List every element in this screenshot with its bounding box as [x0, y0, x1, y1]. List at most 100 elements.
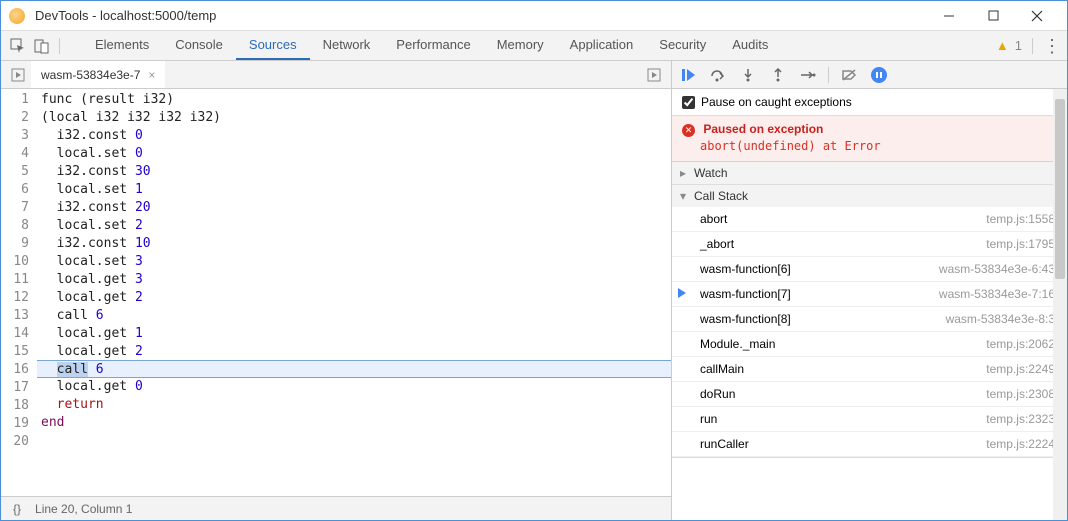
devtools-icon — [9, 8, 25, 24]
more-menu-button[interactable]: ⋮ — [1043, 41, 1061, 51]
play-box-icon — [647, 68, 661, 82]
code-line[interactable]: local.get 0 — [37, 378, 671, 396]
inspect-element-button[interactable] — [7, 35, 29, 57]
code-line[interactable]: local.get 2 — [37, 343, 671, 361]
stack-frame[interactable]: doRun temp.js:2308 — [672, 382, 1067, 407]
run-snippet-button[interactable] — [5, 68, 31, 82]
show-navigator-button[interactable] — [641, 68, 667, 82]
close-tab-button[interactable]: × — [148, 68, 155, 82]
step-button[interactable] — [798, 65, 818, 85]
stack-frame[interactable]: wasm-function[6]wasm-53834e3e-6:43 — [672, 257, 1067, 282]
code-line[interactable] — [37, 432, 671, 450]
stack-frame-location: temp.js:1558 — [986, 212, 1055, 226]
warning-icon[interactable]: ▲ — [996, 38, 1009, 53]
stack-frame[interactable]: runCallertemp.js:2224 — [672, 432, 1067, 457]
code-line[interactable]: local.set 1 — [37, 181, 671, 199]
tab-security[interactable]: Security — [646, 31, 719, 60]
tab-elements[interactable]: Elements — [82, 31, 162, 60]
code-line[interactable]: local.get 2 — [37, 289, 671, 307]
code-line[interactable]: (local i32 i32 i32 i32) — [37, 109, 671, 127]
callstack-section: ▾ Call Stack aborttemp.js:1558_aborttemp… — [672, 185, 1067, 458]
cursor-position: Line 20, Column 1 — [35, 502, 132, 516]
tab-application[interactable]: Application — [557, 31, 647, 60]
device-mode-button[interactable] — [31, 35, 53, 57]
collapsed-icon: ▸ — [680, 166, 690, 180]
code-line[interactable]: i32.const 0 — [37, 127, 671, 145]
stack-frame-location: temp.js:2308 — [986, 387, 1055, 401]
code-line[interactable]: return — [37, 396, 671, 414]
tab-console[interactable]: Console — [162, 31, 236, 60]
step-out-icon — [772, 68, 784, 82]
step-into-button[interactable] — [738, 65, 758, 85]
pause-on-caught-row[interactable]: Pause on caught exceptions — [672, 89, 1067, 116]
maximize-icon — [988, 10, 999, 21]
resume-button[interactable] — [678, 65, 698, 85]
exception-message: ✕ Paused on exception abort(undefined) a… — [672, 116, 1067, 162]
maximize-button[interactable] — [971, 2, 1015, 30]
watch-section: ▸ Watch — [672, 162, 1067, 185]
code-line[interactable]: local.set 0 — [37, 145, 671, 163]
line-gutter[interactable]: 1234567891011121314151617181920 — [1, 89, 37, 496]
code-line[interactable]: call 6 — [37, 360, 671, 378]
watch-header[interactable]: ▸ Watch — [672, 162, 1067, 184]
pause-on-exceptions-button[interactable] — [869, 65, 889, 85]
tab-sources[interactable]: Sources — [236, 31, 310, 60]
source-panel: wasm-53834e3e-7 × 1234567891011121314151… — [1, 61, 672, 520]
braces-icon[interactable]: {} — [13, 502, 21, 516]
tab-audits[interactable]: Audits — [719, 31, 781, 60]
expanded-icon: ▾ — [680, 189, 690, 203]
debugger-body: Pause on caught exceptions ✕ Paused on e… — [672, 89, 1067, 520]
file-tab[interactable]: wasm-53834e3e-7 × — [31, 61, 165, 88]
scrollbar-thumb[interactable] — [1055, 99, 1065, 279]
stack-frame-name: doRun — [700, 387, 735, 401]
code-line[interactable]: func (result i32) — [37, 91, 671, 109]
step-icon — [800, 69, 816, 81]
stack-frame[interactable]: Module._maintemp.js:2062 — [672, 332, 1067, 357]
stack-frame[interactable]: runtemp.js:2323 — [672, 407, 1067, 432]
code-editor[interactable]: 1234567891011121314151617181920 func (re… — [1, 89, 671, 496]
stack-frame-name: callMain — [700, 362, 744, 376]
window-titlebar: DevTools - localhost:5000/temp — [1, 1, 1067, 31]
file-tab-bar: wasm-53834e3e-7 × — [1, 61, 671, 89]
file-tab-name: wasm-53834e3e-7 — [41, 68, 140, 82]
stack-frame[interactable]: _aborttemp.js:1795 — [672, 232, 1067, 257]
stack-frame[interactable]: callMaintemp.js:2249 — [672, 357, 1067, 382]
tab-memory[interactable]: Memory — [484, 31, 557, 60]
step-over-icon — [710, 68, 726, 82]
pause-on-caught-checkbox[interactable] — [682, 96, 695, 109]
editor-status-bar: {} Line 20, Column 1 — [1, 496, 671, 520]
code-line[interactable]: i32.const 10 — [37, 235, 671, 253]
stack-frame[interactable]: wasm-function[8]wasm-53834e3e-8:3 — [672, 307, 1067, 332]
callstack-label: Call Stack — [694, 189, 748, 203]
main-toolbar: ElementsConsoleSourcesNetworkPerformance… — [1, 31, 1067, 61]
step-over-button[interactable] — [708, 65, 728, 85]
code-line[interactable]: i32.const 30 — [37, 163, 671, 181]
code-line[interactable]: local.set 3 — [37, 253, 671, 271]
code-content[interactable]: func (result i32)(local i32 i32 i32 i32)… — [37, 89, 671, 496]
watch-label: Watch — [694, 166, 728, 180]
stack-frame-name: Module._main — [700, 337, 775, 351]
code-line[interactable]: local.set 2 — [37, 217, 671, 235]
stack-frame-location: temp.js:1795 — [986, 237, 1055, 251]
debugger-panel: Pause on caught exceptions ✕ Paused on e… — [672, 61, 1067, 520]
warning-count[interactable]: 1 — [1015, 38, 1022, 53]
toolbar-divider — [59, 38, 60, 54]
tab-performance[interactable]: Performance — [383, 31, 483, 60]
stack-frame[interactable]: aborttemp.js:1558 — [672, 207, 1067, 232]
code-line[interactable]: local.get 3 — [37, 271, 671, 289]
code-line[interactable]: call 6 — [37, 307, 671, 325]
scrollbar[interactable] — [1053, 89, 1067, 520]
inspect-icon — [10, 38, 26, 54]
deactivate-breakpoints-button[interactable] — [839, 65, 859, 85]
tab-network[interactable]: Network — [310, 31, 384, 60]
code-line[interactable]: local.get 1 — [37, 325, 671, 343]
device-icon — [34, 38, 50, 54]
code-line[interactable]: i32.const 20 — [37, 199, 671, 217]
code-line[interactable]: end — [37, 414, 671, 432]
close-button[interactable] — [1015, 2, 1059, 30]
stack-frame[interactable]: wasm-function[7]wasm-53834e3e-7:16 — [672, 282, 1067, 307]
debugger-toolbar — [672, 61, 1067, 89]
minimize-button[interactable] — [927, 2, 971, 30]
step-out-button[interactable] — [768, 65, 788, 85]
callstack-header[interactable]: ▾ Call Stack — [672, 185, 1067, 207]
